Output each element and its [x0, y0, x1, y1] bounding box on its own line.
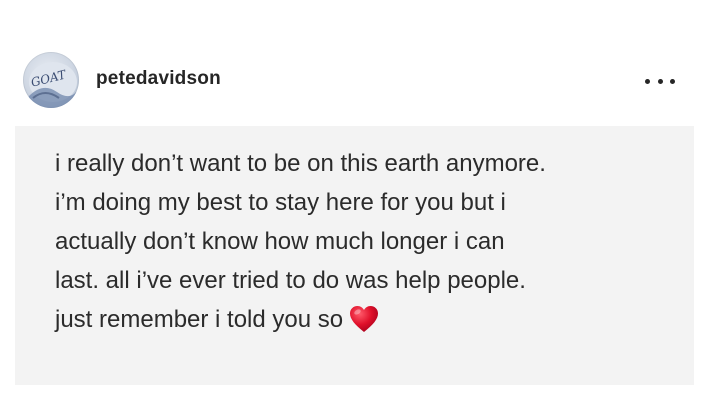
- bottom-spacer: [0, 385, 708, 405]
- avatar[interactable]: GOAT: [23, 52, 79, 108]
- note-card: i really don’t want to be on this earth …: [15, 126, 694, 385]
- more-horizontal-icon: [657, 78, 663, 84]
- more-options-button[interactable]: [645, 72, 675, 90]
- note-line: actually don’t know how much longer i ca…: [55, 228, 505, 255]
- note-line-text: just remember i told you so: [55, 306, 344, 333]
- post-header: GOAT petedavidson: [0, 0, 708, 125]
- note-line: last. all i’ve ever tried to do was help…: [55, 267, 526, 294]
- more-horizontal-icon: [670, 78, 675, 84]
- note-line: i’m doing my best to stay here for you b…: [55, 189, 506, 216]
- username-link[interactable]: petedavidson: [96, 68, 221, 90]
- avatar-image: GOAT: [23, 62, 79, 108]
- note-line: i really don’t want to be on this earth …: [55, 150, 546, 177]
- red-heart-icon: [349, 305, 379, 333]
- more-horizontal-icon: [645, 78, 650, 84]
- note-line-last: just remember i told you so: [55, 300, 654, 339]
